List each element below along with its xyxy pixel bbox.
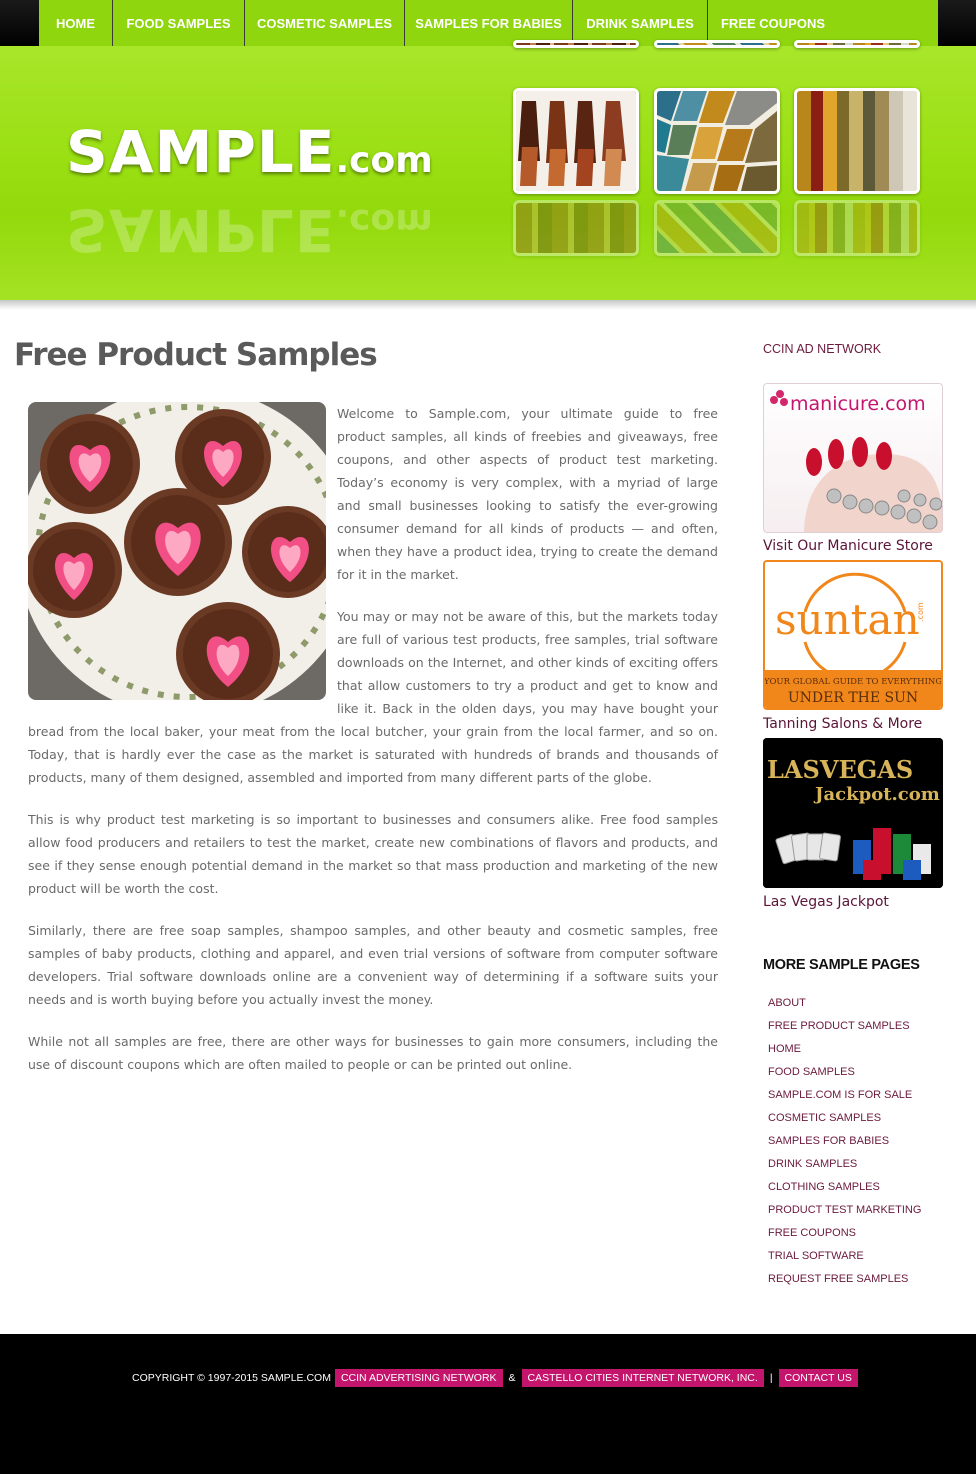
link-trial-software[interactable]: TRIAL SOFTWARE	[768, 1250, 864, 1262]
link-cosmetic-samples[interactable]: COSMETIC SAMPLES	[768, 1112, 881, 1124]
lasvegas-ad-caption[interactable]: Las Vegas Jackpot	[763, 894, 889, 910]
header-thumb-tiles-top	[654, 40, 780, 48]
manicure-ad-image: manicure.com	[770, 390, 942, 532]
top-bar-right-corner	[938, 0, 976, 46]
site-logo[interactable]: SAMPLE.com	[66, 118, 433, 186]
manicure-ad[interactable]: manicure.com	[763, 383, 943, 533]
list-item: TRIAL SOFTWARE	[768, 1244, 921, 1267]
list-item: FREE PRODUCT SAMPLES	[768, 1014, 921, 1037]
header-thumb-hair-top	[513, 40, 639, 48]
suntan-ad[interactable]: suntan .com YOUR GLOBAL GUIDE TO EVERYTH…	[763, 560, 943, 710]
page-title: Free Product Samples	[14, 337, 378, 373]
hair-swatches-image	[516, 91, 636, 191]
site-footer: COPYRIGHT © 1997-2015 SAMPLE.COM CCIN AD…	[0, 1334, 976, 1474]
suntan-brand-text: suntan	[775, 595, 920, 644]
footer-divider: |	[769, 1372, 773, 1384]
header-thumb-fabric-samples	[794, 88, 920, 194]
cupcakes-photo	[28, 402, 326, 700]
logo-suffix-text: .com	[335, 140, 433, 181]
ad-network-heading: CCIN AD NETWORK	[763, 342, 882, 356]
header-thumb-fabric-reflection	[794, 200, 920, 256]
copyright-text: COPYRIGHT © 1997-2015 SAMPLE.COM	[132, 1372, 331, 1384]
footer-line: COPYRIGHT © 1997-2015 SAMPLE.COM CCIN AD…	[132, 1369, 858, 1387]
link-product-test-marketing[interactable]: PRODUCT TEST MARKETING	[768, 1204, 921, 1216]
link-free-coupons[interactable]: FREE COUPONS	[768, 1227, 856, 1239]
more-sample-pages-heading: MORE SAMPLE PAGES	[763, 957, 920, 973]
manicure-brand-text: manicure.com	[790, 393, 926, 415]
nav-home[interactable]: HOME	[39, 0, 113, 46]
lasvegas-brand-text-2: Jackpot.com	[813, 784, 940, 805]
footer-link-castello[interactable]: CASTELLO CITIES INTERNET NETWORK, INC.	[521, 1369, 764, 1387]
link-home[interactable]: HOME	[768, 1043, 801, 1055]
lasvegas-brand-text: LASVEGAS	[767, 755, 913, 784]
list-item: HOME	[768, 1037, 921, 1060]
footer-link-contact[interactable]: CONTACT US	[778, 1369, 858, 1387]
suntan-suffix-text: .com	[916, 602, 925, 622]
list-item: COSMETIC SAMPLES	[768, 1106, 921, 1129]
lasvegas-ad[interactable]: LASVEGAS Jackpot.com	[763, 738, 943, 888]
list-item: REQUEST FREE SAMPLES	[768, 1267, 921, 1290]
header-thumb-hair-swatches	[513, 88, 639, 194]
article-paragraph: This is why product test marketing is so…	[28, 812, 718, 896]
suntan-tagline-2: UNDER THE SUN	[788, 690, 918, 706]
suntan-ad-caption[interactable]: Tanning Salons & More	[763, 716, 922, 732]
lasvegas-ad-image: LASVEGAS Jackpot.com	[763, 738, 943, 888]
top-bar-left-corner	[0, 0, 39, 46]
cupcakes-image	[28, 402, 326, 700]
nav-food-samples[interactable]: FOOD SAMPLES	[113, 0, 245, 46]
nav-cosmetic-samples[interactable]: COSMETIC SAMPLES	[245, 0, 405, 46]
logo-main-text: SAMPLE	[66, 118, 336, 186]
tile-samples-image	[657, 91, 777, 191]
list-item: CLOTHING SAMPLES	[768, 1175, 921, 1198]
header-shadow	[0, 300, 976, 310]
list-item: SAMPLE.COM IS FOR SALE	[768, 1083, 921, 1106]
header-thumb-hair-reflection	[513, 200, 639, 256]
article-paragraph: Similarly, there are free soap samples, …	[28, 923, 718, 1007]
suntan-ad-image: suntan .com YOUR GLOBAL GUIDE TO EVERYTH…	[765, 562, 941, 708]
link-request-free-samples[interactable]: REQUEST FREE SAMPLES	[768, 1273, 908, 1285]
footer-link-ccin[interactable]: CCIN ADVERTISING NETWORK	[334, 1369, 503, 1387]
link-samples-for-babies[interactable]: SAMPLES FOR BABIES	[768, 1135, 889, 1147]
suntan-tagline: YOUR GLOBAL GUIDE TO EVERYTHING	[765, 677, 941, 687]
manicure-ad-caption[interactable]: Visit Our Manicure Store	[763, 538, 933, 554]
link-clothing-samples[interactable]: CLOTHING SAMPLES	[768, 1181, 880, 1193]
link-sample-com-for-sale[interactable]: SAMPLE.COM IS FOR SALE	[768, 1089, 912, 1101]
logo-reflection: SAMPLE.com	[66, 196, 433, 264]
article-paragraph: While not all samples are free, there ar…	[28, 1034, 718, 1072]
footer-ampersand: &	[508, 1372, 516, 1384]
header-thumb-fabric-top	[794, 40, 920, 48]
link-drink-samples[interactable]: DRINK SAMPLES	[768, 1158, 857, 1170]
list-item: ABOUT	[768, 991, 921, 1014]
list-item: FOOD SAMPLES	[768, 1060, 921, 1083]
header-thumb-tile-samples	[654, 88, 780, 194]
article-body: Welcome to Sample.com, your ultimate gui…	[28, 402, 718, 1095]
header-thumb-tiles-reflection	[654, 200, 780, 256]
fabric-samples-image	[797, 91, 917, 191]
list-item: DRINK SAMPLES	[768, 1152, 921, 1175]
list-item: SAMPLES FOR BABIES	[768, 1129, 921, 1152]
link-free-product-samples[interactable]: FREE PRODUCT SAMPLES	[768, 1020, 910, 1032]
link-about[interactable]: ABOUT	[768, 997, 806, 1009]
list-item: PRODUCT TEST MARKETING	[768, 1198, 921, 1221]
link-food-samples[interactable]: FOOD SAMPLES	[768, 1066, 855, 1078]
list-item: FREE COUPONS	[768, 1221, 921, 1244]
site-header: SAMPLE.com SAMPLE.com	[0, 40, 976, 302]
more-sample-pages-list: ABOUT FREE PRODUCT SAMPLES HOME FOOD SAM…	[768, 991, 921, 1290]
